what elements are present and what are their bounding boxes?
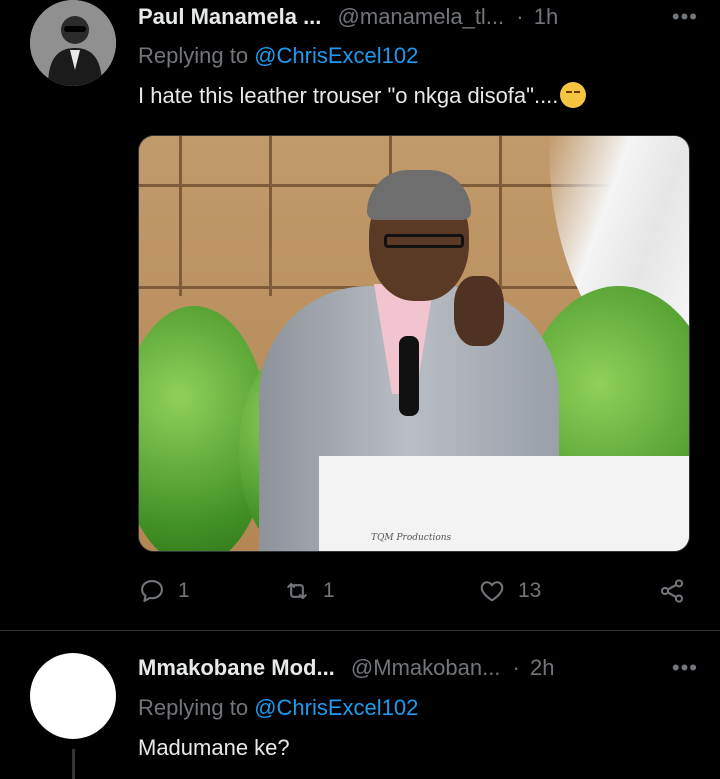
replying-to-label: Replying to (138, 43, 249, 68)
replying-to-line: Replying to @ChrisExcel102 (138, 693, 418, 723)
user-handle[interactable]: @Mmakoban... (351, 655, 501, 680)
share-button[interactable] (658, 574, 686, 608)
tweet-text: I hate this leather trouser "o nkga diso… (138, 81, 587, 111)
replying-to-label: Replying to (138, 695, 249, 720)
tweet-media-image[interactable]: TQM Productions (138, 135, 690, 552)
tweet-header: Mmakobane Mod... @Mmakoban... · 2h ••• (138, 653, 698, 683)
separator-dot: · (516, 4, 524, 29)
tweet-mmakobane[interactable]: Mmakobane Mod... @Mmakoban... · 2h ••• R… (0, 631, 720, 779)
display-name[interactable]: Mmakobane Mod... (138, 655, 335, 680)
microphone (399, 336, 419, 416)
media-watermark: TQM Productions (371, 533, 452, 543)
timestamp[interactable]: 1h (534, 4, 558, 29)
share-icon (660, 579, 684, 603)
reply-button[interactable]: 1 (138, 574, 190, 608)
avatar-photo (30, 0, 116, 86)
like-button[interactable]: 13 (478, 574, 541, 608)
tweet-paul-manamela[interactable]: Paul Manamela ... @manamela_tl... · 1h •… (0, 0, 720, 630)
reply-icon (141, 580, 163, 602)
heart-icon (480, 581, 504, 602)
like-count: 13 (518, 579, 542, 602)
glasses (384, 234, 464, 248)
display-name[interactable]: Paul Manamela ... (138, 4, 321, 29)
more-options-icon[interactable]: ••• (672, 2, 698, 32)
retweet-button[interactable]: 1 (283, 574, 335, 608)
hand-at-face (454, 276, 504, 346)
tweet-actions: 1 1 13 (138, 574, 698, 608)
tweet-text-content: I hate this leather trouser "o nkga diso… (138, 83, 559, 108)
mention-link[interactable]: @ChrisExcel102 (254, 695, 418, 720)
tweet-text-content: Madumane ke? (138, 735, 290, 760)
tweet-text: Madumane ke? (138, 733, 290, 763)
tweet-header: Paul Manamela ... @manamela_tl... · 1h •… (138, 2, 698, 32)
separator-dot: · (512, 655, 520, 680)
mention-link[interactable]: @ChrisExcel102 (254, 43, 418, 68)
more-options-icon[interactable]: ••• (672, 653, 698, 683)
reply-count: 1 (178, 579, 190, 602)
smirking-face-emoji-icon (560, 82, 587, 108)
retweet-icon (287, 582, 307, 600)
timestamp[interactable]: 2h (530, 655, 554, 680)
avatar[interactable] (30, 653, 116, 739)
retweet-count: 1 (323, 579, 335, 602)
user-handle[interactable]: @manamela_tl... (338, 4, 505, 29)
replying-to-line: Replying to @ChrisExcel102 (138, 41, 418, 71)
thread-connector-line (72, 749, 75, 779)
grey-hair (367, 170, 471, 220)
avatar[interactable] (30, 0, 116, 86)
